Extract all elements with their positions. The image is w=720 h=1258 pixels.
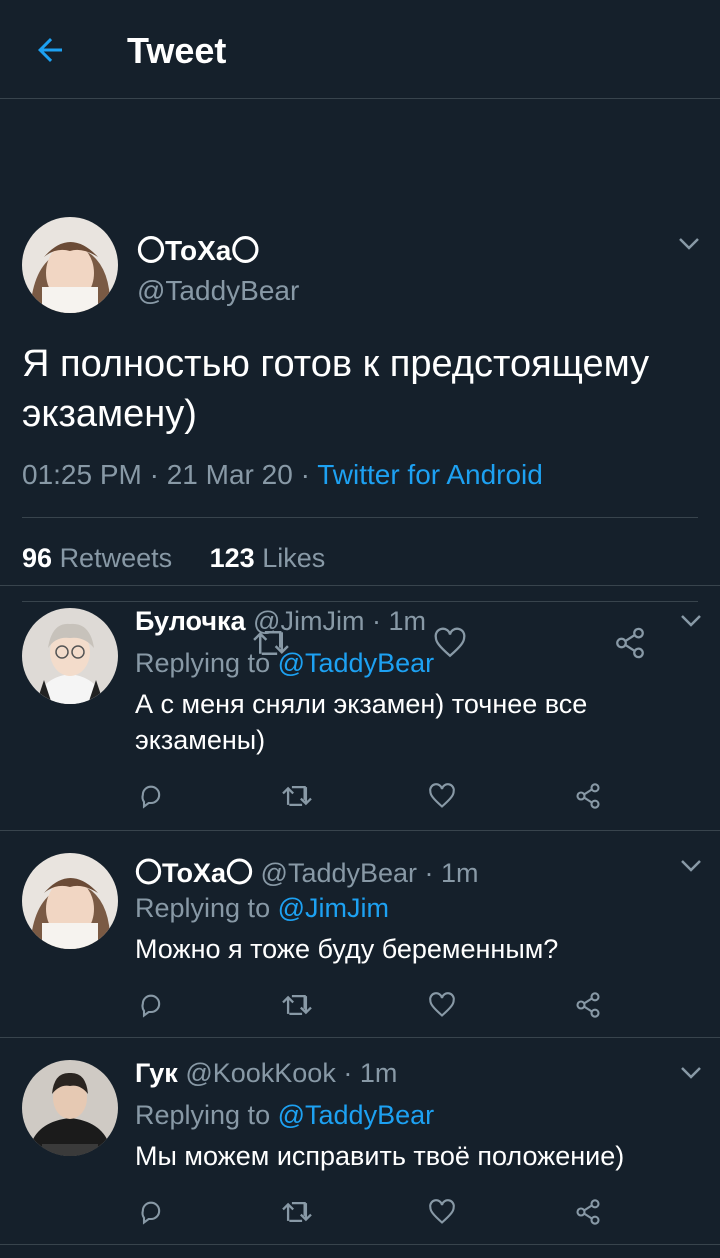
like-icon[interactable] (427, 991, 457, 1019)
reply-author-line: Булочка @JimJim · 1m (135, 606, 426, 637)
reply-icon[interactable] (136, 782, 166, 810)
reply-author-line: Гук @KookKook · 1m (135, 1058, 397, 1089)
retweet-icon[interactable] (280, 1198, 314, 1226)
reply-time: · 1m (343, 1058, 398, 1088)
likes-count: 123 (209, 543, 255, 573)
share-icon[interactable] (573, 991, 603, 1019)
top-bar: Tweet (0, 0, 720, 99)
reply-author-handle[interactable]: @KookKook (185, 1058, 336, 1088)
reply-icon[interactable] (136, 991, 166, 1019)
retweets-stat[interactable]: 96 Retweets (22, 543, 172, 573)
reply-author-line: 〇ToXa〇 @TaddyBear · 1m (135, 851, 479, 890)
replying-to-mention[interactable]: @TaddyBear (278, 648, 435, 678)
share-icon[interactable] (573, 1198, 603, 1226)
reply-text: А с меня сняли экзамен) точнее все экзам… (135, 689, 588, 755)
replying-to: Replying to @TaddyBear (135, 648, 434, 679)
reply-author-name[interactable]: 〇ToXa〇 (135, 858, 253, 888)
replying-to: Replying to @TaddyBear (135, 1100, 434, 1131)
avatar[interactable] (22, 853, 118, 949)
reply-tweet[interactable]: 〇ToXa〇 @TaddyBear · 1m Replying to @JimJ… (0, 831, 720, 1038)
chevron-down-icon[interactable] (680, 859, 702, 873)
tweet-stats: 96 Retweets 123 Likes (22, 543, 325, 574)
reply-author-handle[interactable]: @JimJim (253, 606, 364, 636)
share-icon[interactable] (573, 782, 603, 810)
divider (22, 517, 698, 518)
reply-author-name[interactable]: Гук (135, 1058, 178, 1088)
reply-tweet[interactable]: Булочка @JimJim · 1m Replying to @TaddyB… (0, 586, 720, 831)
reply-text: Можно я тоже буду беременным? (135, 934, 559, 964)
chevron-down-icon[interactable] (680, 614, 702, 628)
like-icon[interactable] (427, 782, 457, 810)
avatar[interactable] (22, 608, 118, 704)
chevron-down-icon[interactable] (678, 237, 700, 251)
replying-to-label: Replying to (135, 648, 271, 678)
author-name[interactable]: 〇ToXa〇 (137, 229, 259, 269)
tweet-source-link[interactable]: Twitter for Android (317, 459, 543, 490)
replying-to-label: Replying to (135, 1100, 271, 1130)
author-handle[interactable]: @TaddyBear (137, 275, 299, 307)
chevron-down-icon[interactable] (680, 1066, 702, 1080)
reply-icon[interactable] (136, 1198, 166, 1226)
tweet-timestamp: 01:25 PM · 21 Mar 20 · (22, 459, 318, 490)
avatar[interactable] (22, 1060, 118, 1156)
retweet-icon[interactable] (280, 991, 314, 1019)
tweet-meta: 01:25 PM · 21 Mar 20 · Twitter for Andro… (22, 459, 543, 491)
like-icon[interactable] (427, 1198, 457, 1226)
reply-time: · 1m (371, 606, 426, 636)
back-arrow-icon[interactable] (32, 32, 68, 68)
replying-to-label: Replying to (135, 893, 271, 923)
page-title: Tweet (127, 30, 227, 71)
reply-tweet[interactable]: Гук @KookKook · 1m Replying to @TaddyBea… (0, 1038, 720, 1245)
likes-label: Likes (262, 543, 326, 573)
retweets-label: Retweets (59, 543, 173, 573)
avatar[interactable] (22, 217, 118, 313)
likes-stat[interactable]: 123 Likes (210, 543, 326, 573)
reply-author-handle[interactable]: @TaddyBear (261, 858, 418, 888)
retweet-icon[interactable] (280, 782, 314, 810)
reply-author-name[interactable]: Булочка (135, 606, 246, 636)
replying-to-mention[interactable]: @JimJim (278, 893, 389, 923)
reply-time: · 1m (424, 858, 479, 888)
replying-to: Replying to @JimJim (135, 893, 389, 924)
main-tweet: 〇ToXa〇 @TaddyBear Я полностью готов к пр… (0, 99, 720, 659)
replying-to-mention[interactable]: @TaddyBear (278, 1100, 435, 1130)
retweets-count: 96 (22, 543, 53, 573)
reply-text: Мы можем исправить твоё положение) (135, 1141, 625, 1171)
tweet-text: Я полностью готов к предстоящему экзамен… (22, 343, 650, 435)
